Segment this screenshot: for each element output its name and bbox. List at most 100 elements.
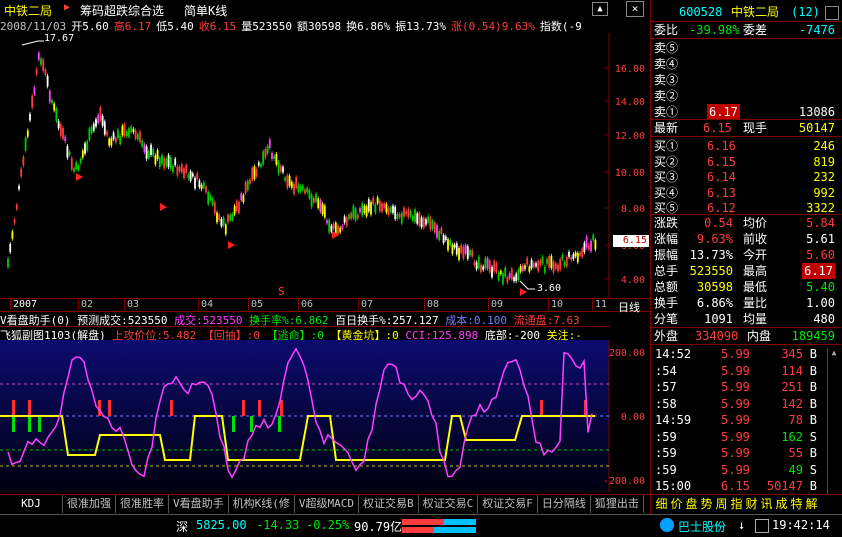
ticker-arrow: ↓ [738,518,746,532]
candle-body [84,143,86,154]
indicator-tab[interactable]: 很准胜率 [116,495,169,513]
indicator-tab[interactable]: V超级MACD [295,495,359,513]
sell-row[interactable]: 卖⑤ [651,40,839,56]
candle-body [552,261,555,273]
buy-row[interactable]: 买② 6.15 819 [651,154,839,170]
candle-body [359,208,361,213]
candle-body [191,173,194,177]
scroll-up-arrow-icon[interactable]: ▲ [828,348,840,357]
ind2-cci: CCI:125.898 [405,329,479,340]
buy-row[interactable]: 买① 6.16 246 [651,138,839,154]
indicator-tab[interactable]: 日分隔线 [538,495,591,513]
candle-body [374,204,377,213]
candle-body [231,213,234,220]
candle-body [323,205,326,218]
candle-body [330,225,333,232]
ticker-name[interactable]: 巴士股份 [678,518,726,535]
candle-body [367,199,370,212]
play-arrow-icon[interactable]: ▶ [64,2,70,13]
stat-label: 总手 [654,264,679,278]
tick-volume: 114 [781,363,803,378]
buy-row[interactable]: 买④ 6.13 992 [651,185,839,201]
scroll-up-icon[interactable]: ▲ [592,2,608,16]
candle-body [213,202,216,214]
candle-body [64,136,67,142]
stat-value: 6.17 [802,263,835,279]
candle-body [97,114,100,123]
sell-marker: S [278,285,285,298]
tick-volume: 345 [781,347,803,361]
candle-body [145,146,148,159]
sub-y-tick-label: -200.00 [603,476,645,487]
date-axis-label: 10 [548,299,563,310]
indicator-tab[interactable]: 权证交易B [359,495,419,513]
outer-value: 334090 [695,329,739,343]
candle-body [103,121,106,135]
y-tick-label: 8.00 [621,204,645,215]
close-icon[interactable]: × [626,1,644,17]
main-chart[interactable]: 16.0014.0012.0010.008.006.004.00 17.67 3… [0,33,650,298]
stat-row: 振幅 13.73% 今开 5.60 [651,247,839,263]
sell-row[interactable]: 卖② [651,88,839,104]
indicator-tab[interactable]: 权证交易F [478,495,538,513]
candle-body [238,202,240,213]
indicator-svg[interactable]: 200.00 0.00 -200.00 [0,340,650,492]
panel-toggle-icon[interactable] [825,6,839,20]
candle-body [42,59,45,71]
clock-time: 19:42:14 [772,518,830,532]
candle-body [510,268,513,280]
candle-body [469,250,471,256]
candle-body [464,245,467,254]
info-close: 收6.15 [198,20,237,33]
formula-name[interactable]: 筹码超跌综合选 [80,2,164,19]
candle-body [339,227,342,233]
candle-body [565,257,568,267]
tick-scrollbar[interactable]: ▲ [827,348,840,494]
info-bar: 2008/11/03 开5.60 高6.17 低5.40 收6.15 量523550 额30… [0,18,610,33]
indicator-tab[interactable]: 权证交易C [419,495,479,513]
tick-row: :59 5.99 162 S [651,429,839,446]
candle-body [139,131,141,142]
candle-body [220,219,223,227]
info-open: 开5.60 [71,20,109,33]
period-label[interactable]: 日线 [618,299,640,315]
candlestick-svg[interactable]: 16.0014.0012.0010.008.006.004.00 [0,33,650,298]
ind2-name[interactable]: 飞狐副图1103(解盘) [0,329,106,340]
candle-body [11,231,14,239]
ind2-goldpit: 【黄金坑】:0 [330,329,399,340]
market-breadth-bar [402,519,476,533]
candle-body [163,158,166,169]
sell-row[interactable]: 卖④ [651,56,839,72]
candle-body [260,163,262,167]
sell-row[interactable]: 卖① 6.17 13086 [651,104,839,120]
candle-body [458,248,460,260]
indicator-tab[interactable]: 狐狸出击 [591,495,644,513]
candle-body [37,52,40,60]
indicator-tab[interactable]: 机构K线(修 [229,495,295,513]
buy-signal-marker [76,173,83,181]
candle-body [121,125,124,136]
alert-icon[interactable] [660,518,674,532]
candle-body [352,205,355,218]
date-axis-label: 06 [298,299,313,310]
lock-icon[interactable] [755,519,769,533]
candle-body [205,186,207,193]
sub-chart[interactable]: 200.00 0.00 -200.00 [0,340,650,492]
stat-value: 9.63% [696,232,733,246]
indicator-tab[interactable]: 很准加强 [63,495,116,513]
weicha-value: -7476 [798,23,835,37]
indicator-tab[interactable]: KDJ [0,495,63,513]
candle-body [436,225,438,238]
candle-body [532,262,535,268]
buy-row[interactable]: 买③ 6.14 232 [651,169,839,185]
candle-body [383,203,386,209]
signal-bar-red [108,400,111,416]
indicator-tab[interactable]: V看盘助手 [169,495,229,513]
ind1-name[interactable]: V看盘助手(0) [0,314,71,326]
candle-body [389,206,392,213]
candle-body [101,115,104,126]
buy-label: 买② [654,154,679,169]
chart-mode[interactable]: 简单K线 [184,2,227,19]
sell-row[interactable]: 卖③ [651,72,839,88]
candle-body [499,271,502,275]
